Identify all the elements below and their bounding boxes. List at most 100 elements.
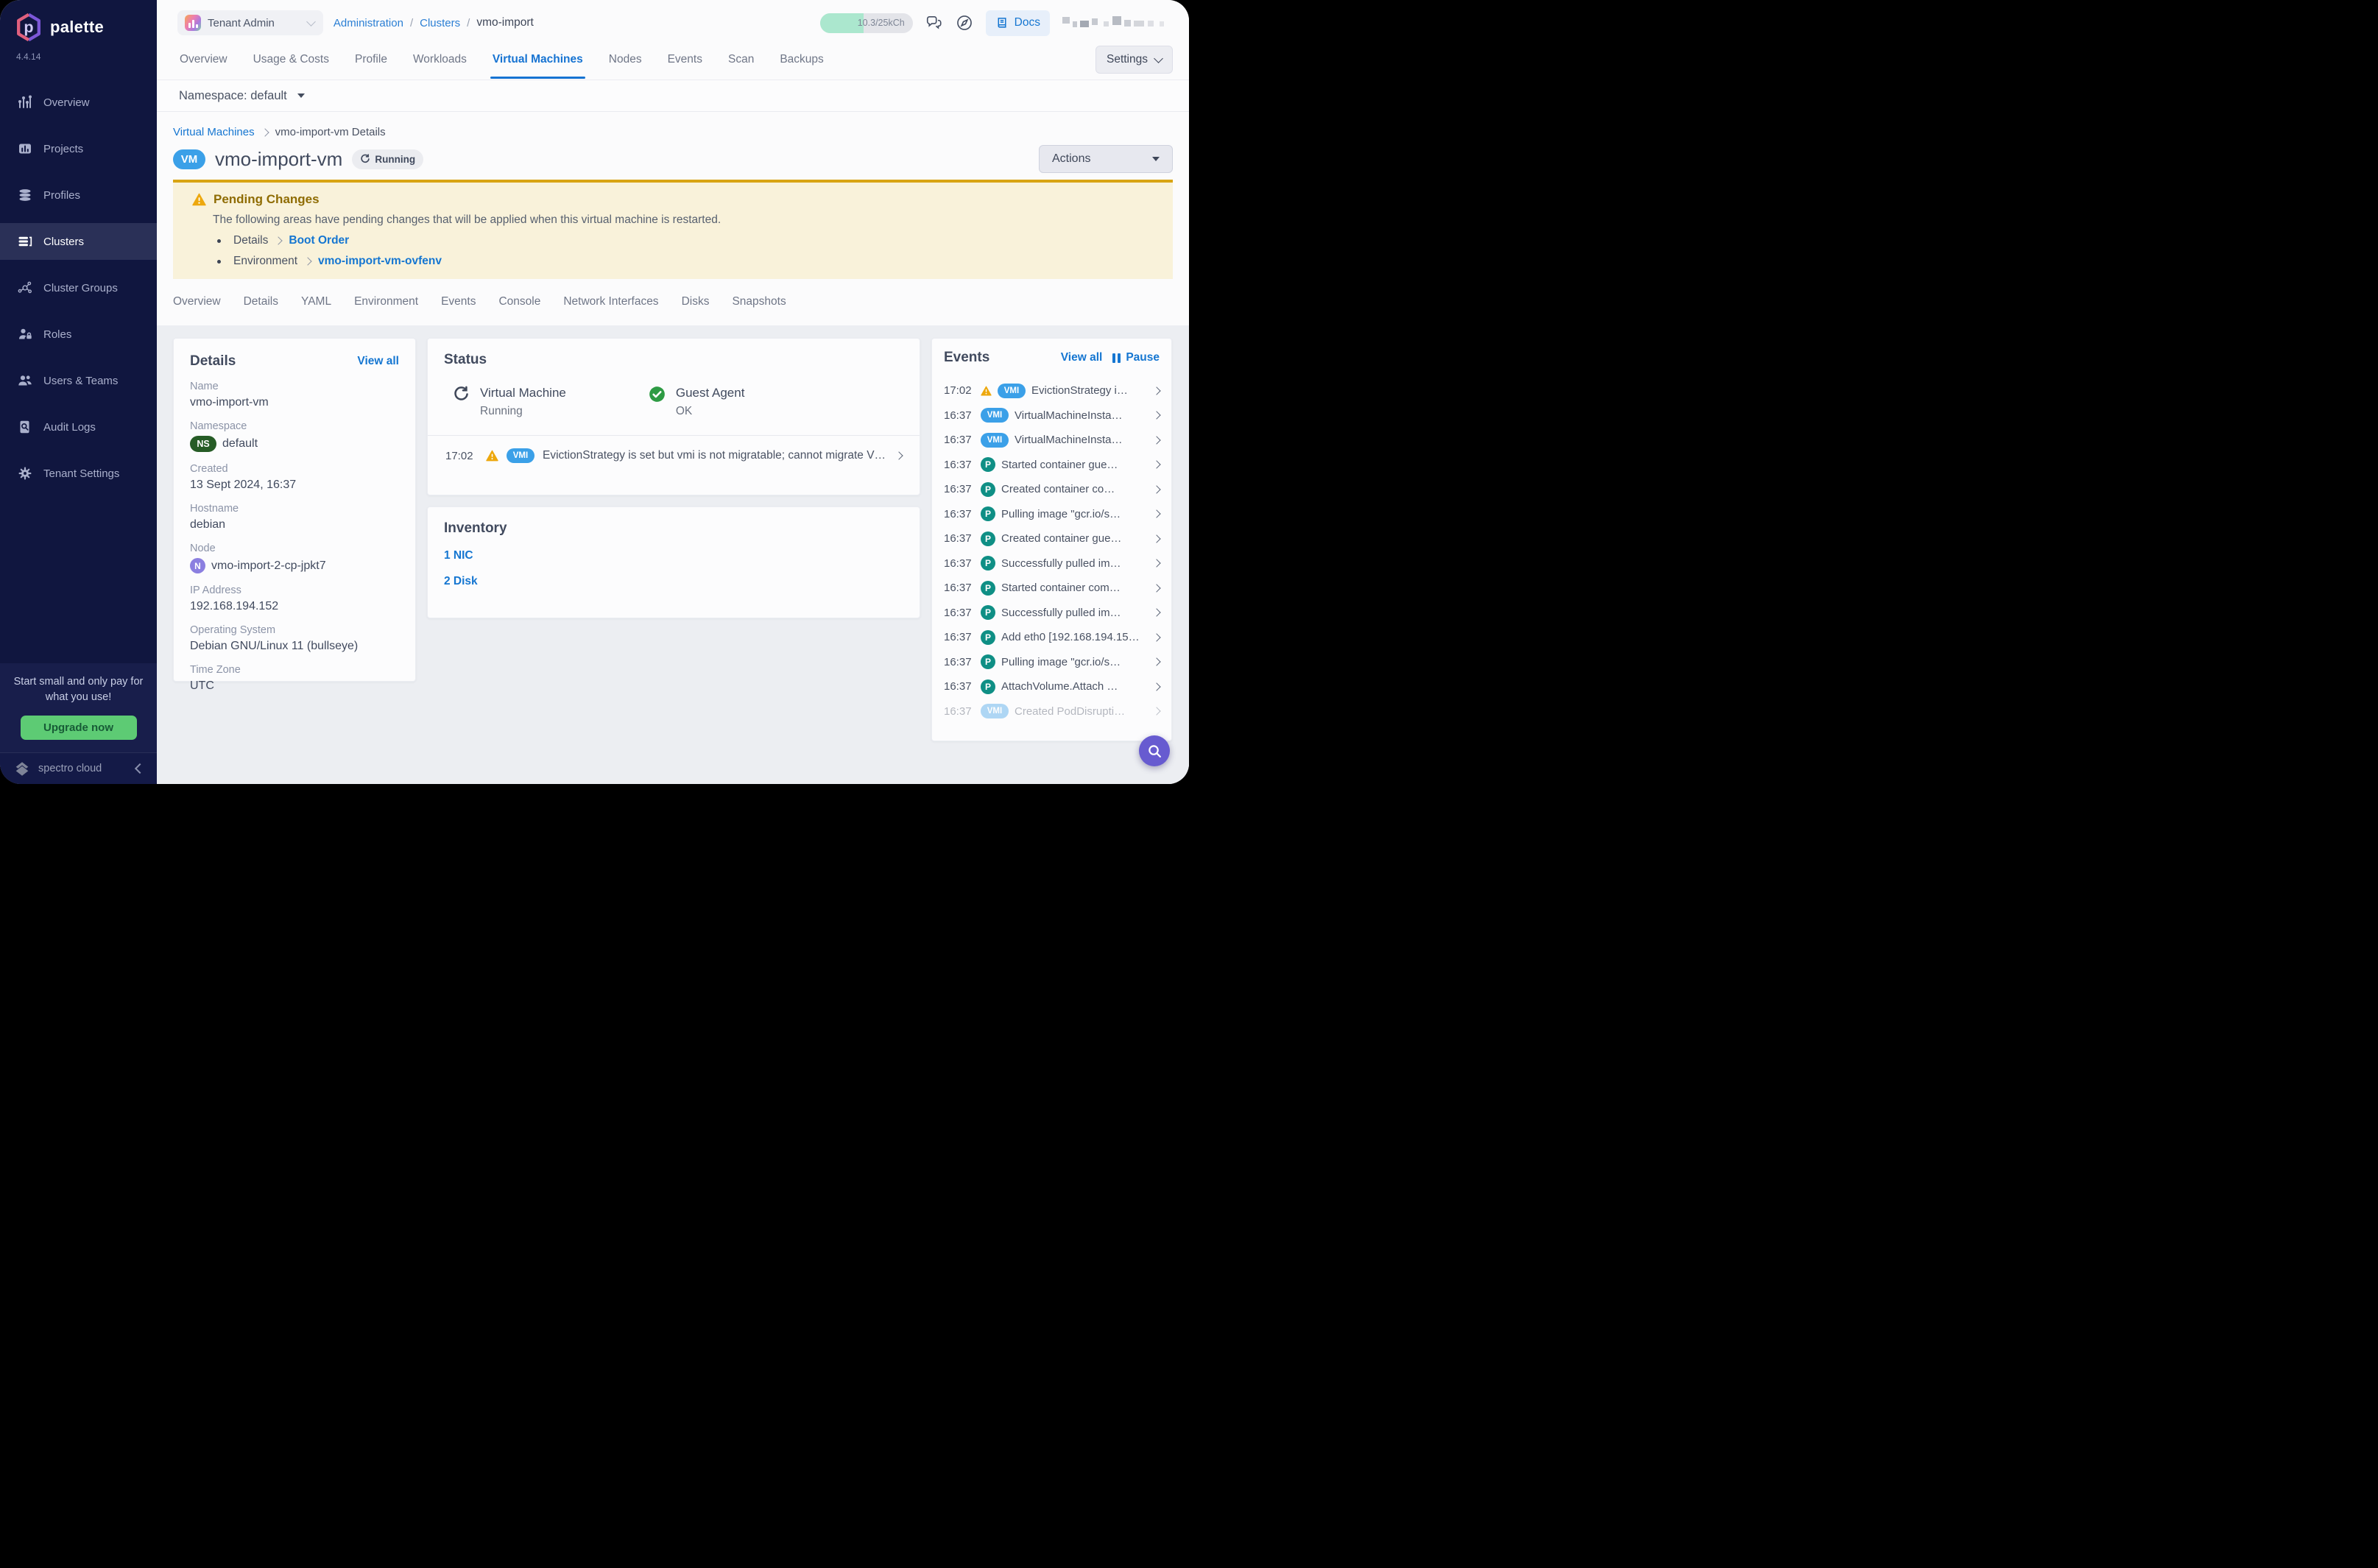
tab-workloads[interactable]: Workloads bbox=[412, 40, 468, 79]
projects-icon bbox=[18, 141, 32, 156]
pod-badge: P bbox=[981, 654, 995, 669]
sidebar-item-roles[interactable]: Roles bbox=[0, 316, 157, 353]
chevron-right-icon[interactable] bbox=[1152, 436, 1160, 444]
vm-tab-details[interactable]: Details bbox=[244, 295, 278, 308]
sidebar-item-profiles[interactable]: Profiles bbox=[0, 177, 157, 213]
chevron-right-icon[interactable] bbox=[1152, 412, 1160, 420]
namespace-dropdown-icon[interactable] bbox=[297, 93, 305, 98]
vm-tab-overview[interactable]: Overview bbox=[173, 295, 221, 308]
vm-tab-events[interactable]: Events bbox=[441, 295, 476, 308]
event-row[interactable]: 16:37PCreated container co… bbox=[944, 477, 1160, 502]
collapse-sidebar-icon[interactable] bbox=[135, 763, 145, 774]
vm-breadcrumb-parent[interactable]: Virtual Machines bbox=[173, 126, 255, 138]
chevron-right-icon[interactable] bbox=[1152, 534, 1160, 543]
chevron-right-icon[interactable] bbox=[1152, 609, 1160, 617]
events-pause-button[interactable]: Pause bbox=[1112, 351, 1160, 364]
event-time: 16:37 bbox=[944, 680, 975, 693]
docs-button[interactable]: Docs bbox=[986, 10, 1050, 36]
sidebar-item-overview[interactable]: Overview bbox=[0, 84, 157, 121]
chevron-right-icon[interactable] bbox=[1152, 386, 1160, 395]
sidebar-nav: Overview Projects Profiles Clusters Clus… bbox=[0, 84, 157, 501]
event-row[interactable]: 16:37PAdd eth0 [192.168.194.15… bbox=[944, 625, 1160, 650]
sidebar-item-projects[interactable]: Projects bbox=[0, 130, 157, 167]
breadcrumb-administration[interactable]: Administration bbox=[334, 17, 403, 29]
pending-item-boot-order-link[interactable]: Boot Order bbox=[289, 234, 349, 247]
chevron-right-icon[interactable] bbox=[895, 451, 903, 459]
chevron-right-icon[interactable] bbox=[1152, 707, 1160, 716]
tab-backups[interactable]: Backups bbox=[779, 40, 824, 79]
cards-area: Details View all Namevmo-import-vm Names… bbox=[157, 325, 1189, 784]
breadcrumb-clusters[interactable]: Clusters bbox=[420, 17, 460, 29]
sidebar-item-label: Overview bbox=[43, 96, 90, 109]
status-event-row[interactable]: 17:02 VMI EvictionStrategy is set but vm… bbox=[444, 436, 903, 463]
tour-button[interactable] bbox=[956, 14, 973, 32]
chevron-right-icon[interactable] bbox=[1152, 633, 1160, 641]
vm-tab-snapshots[interactable]: Snapshots bbox=[732, 295, 786, 308]
events-view-all-link[interactable]: View all bbox=[1061, 351, 1103, 364]
tab-nodes[interactable]: Nodes bbox=[608, 40, 643, 79]
vm-tab-yaml[interactable]: YAML bbox=[301, 295, 331, 308]
actions-button[interactable]: Actions bbox=[1039, 145, 1173, 173]
chevron-right-icon[interactable] bbox=[1152, 682, 1160, 691]
disk-link[interactable]: 2 Disk bbox=[444, 575, 903, 588]
details-view-all-link[interactable]: View all bbox=[357, 355, 399, 368]
event-row[interactable]: 17:02 VMI EvictionStrategy i… bbox=[944, 378, 1160, 403]
upgrade-now-button[interactable]: Upgrade now bbox=[21, 716, 137, 740]
gear-icon bbox=[18, 466, 32, 481]
sidebar-item-users-teams[interactable]: Users & Teams bbox=[0, 362, 157, 399]
sidebar-item-audit-logs[interactable]: Audit Logs bbox=[0, 409, 157, 445]
event-time: 16:37 bbox=[944, 409, 975, 422]
tenant-selector[interactable]: Tenant Admin bbox=[177, 10, 323, 35]
chevron-right-icon[interactable] bbox=[1152, 559, 1160, 568]
chevron-right-icon[interactable] bbox=[1152, 485, 1160, 493]
event-row[interactable]: 16:37PPulling image "gcr.io/s… bbox=[944, 650, 1160, 675]
event-row[interactable]: 16:37PStarted container gue… bbox=[944, 453, 1160, 478]
tab-virtual-machines[interactable]: Virtual Machines bbox=[492, 40, 584, 79]
settings-button[interactable]: Settings bbox=[1095, 46, 1173, 74]
chevron-right-icon[interactable] bbox=[1152, 461, 1160, 469]
event-row[interactable]: 16:37VMICreated PodDisrupti… bbox=[944, 699, 1160, 724]
event-row[interactable]: 16:37PPulling image "gcr.io/s… bbox=[944, 502, 1160, 527]
events-card: Events View all Pause 17:02 VMI Eviction… bbox=[931, 338, 1172, 741]
vm-tab-disks[interactable]: Disks bbox=[682, 295, 710, 308]
search-fab-button[interactable] bbox=[1139, 735, 1170, 766]
chevron-right-icon[interactable] bbox=[1152, 658, 1160, 666]
event-row[interactable]: 16:37VMIVirtualMachineInsta… bbox=[944, 403, 1160, 428]
status-name: Guest Agent bbox=[676, 386, 745, 400]
sidebar-item-clusters[interactable]: Clusters bbox=[0, 223, 157, 260]
tab-scan[interactable]: Scan bbox=[727, 40, 755, 79]
audit-log-icon bbox=[18, 420, 32, 434]
event-row[interactable]: 16:37PSuccessfully pulled im… bbox=[944, 601, 1160, 626]
node-badge: N bbox=[190, 558, 205, 573]
sidebar-item-label: Profiles bbox=[43, 189, 80, 202]
tab-profile[interactable]: Profile bbox=[354, 40, 388, 79]
sidebar-item-tenant-settings[interactable]: Tenant Settings bbox=[0, 455, 157, 492]
event-row[interactable]: 16:37PAttachVolume.Attach … bbox=[944, 674, 1160, 699]
chevron-right-icon[interactable] bbox=[1152, 584, 1160, 592]
tab-events[interactable]: Events bbox=[667, 40, 703, 79]
sidebar-footer: spectro cloud bbox=[0, 752, 157, 784]
event-row[interactable]: 16:37PSuccessfully pulled im… bbox=[944, 551, 1160, 576]
vm-tab-environment[interactable]: Environment bbox=[354, 295, 418, 308]
sidebar-item-cluster-groups[interactable]: Cluster Groups bbox=[0, 269, 157, 306]
tab-usage-costs[interactable]: Usage & Costs bbox=[253, 40, 330, 79]
nic-link[interactable]: 1 NIC bbox=[444, 549, 903, 562]
pod-badge: P bbox=[981, 457, 995, 472]
tenant-selector-label: Tenant Admin bbox=[208, 17, 275, 29]
vm-tab-console[interactable]: Console bbox=[498, 295, 540, 308]
vm-status-item: Virtual Machine Running bbox=[453, 386, 566, 418]
chat-button[interactable] bbox=[925, 14, 943, 32]
vm-tab-network-interfaces[interactable]: Network Interfaces bbox=[563, 295, 658, 308]
chevron-down-icon bbox=[1152, 157, 1160, 161]
event-row[interactable]: 16:37VMIVirtualMachineInsta… bbox=[944, 428, 1160, 453]
event-text: EvictionStrategy is set but vmi is not m… bbox=[543, 449, 888, 462]
pending-item: Environment vmo-import-vm-ovfenv bbox=[217, 255, 1154, 268]
tab-overview[interactable]: Overview bbox=[179, 40, 228, 79]
pending-item-ovfenv-link[interactable]: vmo-import-vm-ovfenv bbox=[318, 255, 442, 268]
event-time: 16:37 bbox=[944, 508, 975, 520]
event-time: 17:02 bbox=[445, 450, 478, 462]
event-row[interactable]: 16:37PCreated container gue… bbox=[944, 526, 1160, 551]
sidebar-item-label: Projects bbox=[43, 143, 83, 155]
chevron-right-icon[interactable] bbox=[1152, 510, 1160, 518]
event-row[interactable]: 16:37PStarted container com… bbox=[944, 576, 1160, 601]
